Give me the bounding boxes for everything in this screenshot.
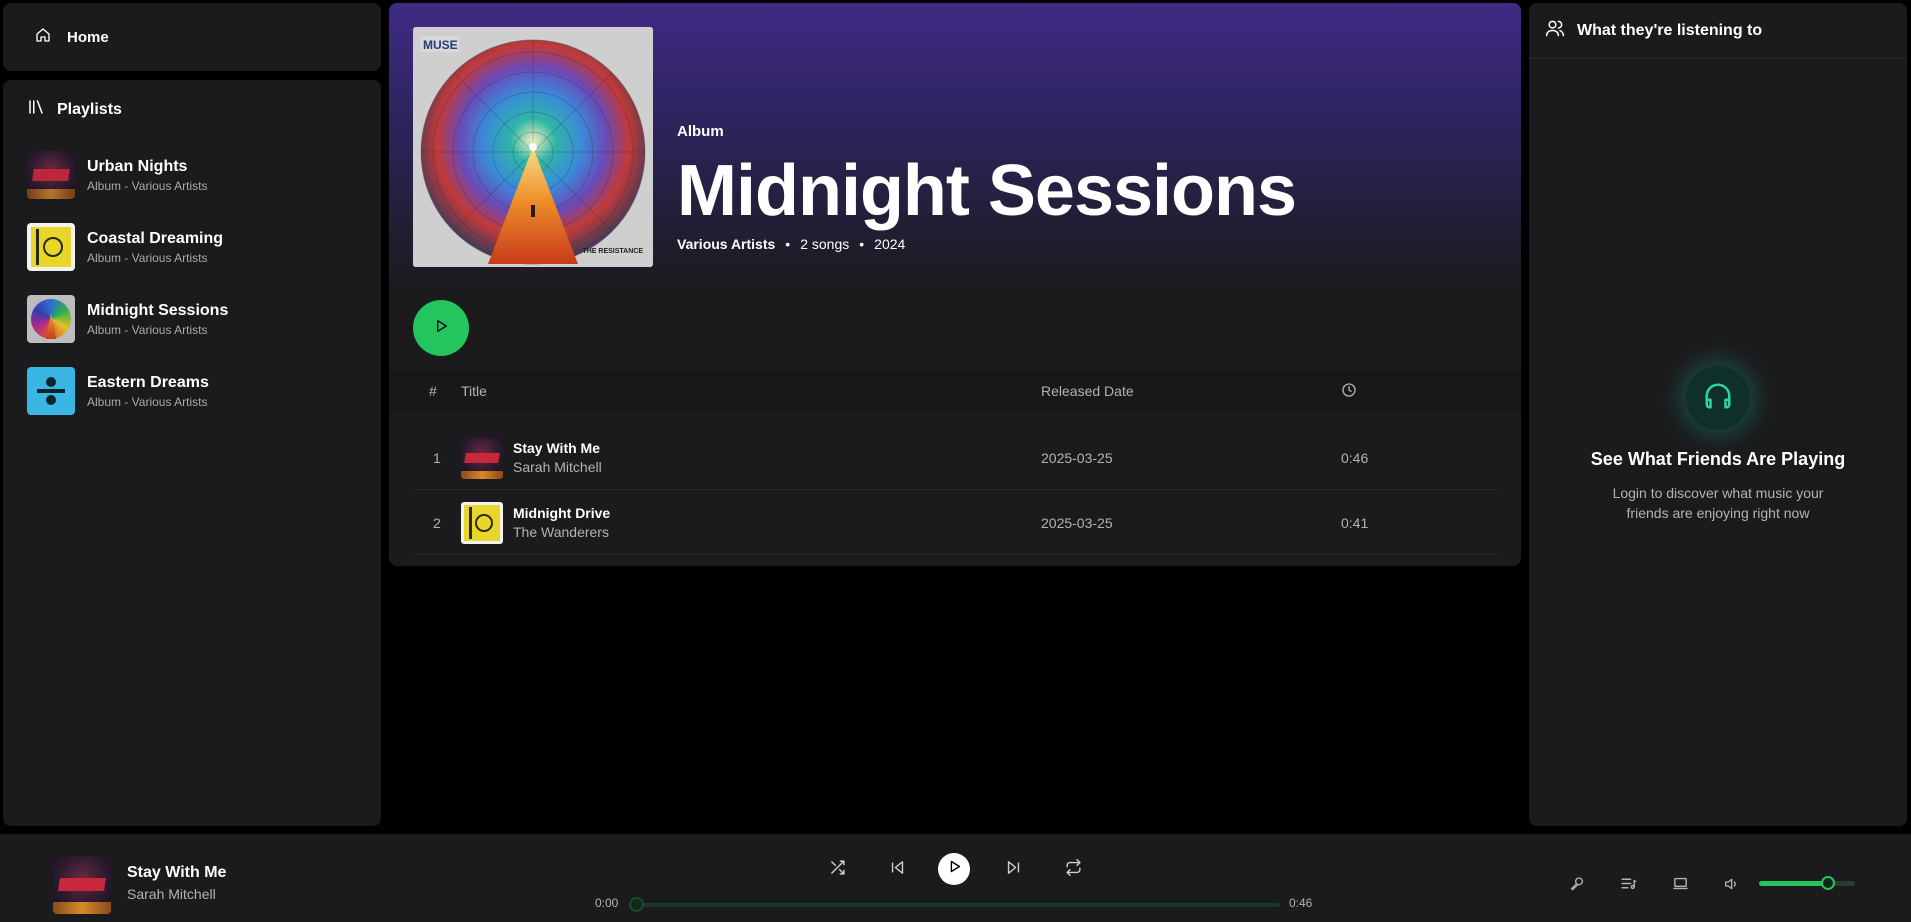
playlist-subtitle: Album - Various Artists [87,322,208,337]
track-artist[interactable]: The Wanderers [513,524,610,540]
now-playing-title[interactable]: Stay With Me [127,864,226,882]
track-number: 1 [433,449,441,466]
playlist-subtitle: Album - Various Artists [87,178,208,193]
album-title: Midnight Sessions [677,151,1297,231]
playlist-cover [27,151,75,199]
col-released-date: Released Date [1041,383,1134,399]
users-icon [1545,18,1565,43]
laptop-icon [1672,875,1689,897]
devices-button[interactable] [1670,876,1690,896]
playlist-name: Coastal Dreaming [87,229,224,247]
volume-handle[interactable] [1821,876,1836,890]
queue-icon [1620,875,1637,897]
playlist-name: Midnight Sessions [87,301,229,319]
cover-brand: MUSE [423,38,458,52]
repeat-icon [1065,859,1082,881]
microphone-icon [1569,876,1585,897]
playlist-subtitle: Album - Various Artists [87,394,208,409]
album-view: MUSE THE RESISTANCE Album Midnight Sessi… [389,3,1521,566]
playlist-item-midnight-sessions[interactable]: Midnight Sessions Album - Various Artist… [27,283,357,355]
play-pause-button[interactable] [938,853,970,885]
previous-button[interactable] [885,858,909,882]
meta-separator: • [785,236,791,252]
queue-button[interactable] [1618,876,1638,896]
album-song-count: 2 songs [800,236,850,252]
track-number: 2 [433,514,441,531]
meta-separator: • [859,236,865,252]
home-icon [35,27,51,48]
volume-level [1759,881,1829,886]
track-cover [461,436,503,479]
progress-bar[interactable] [629,897,1280,912]
col-title: Title [461,383,487,399]
playlist-cover [27,295,75,343]
playlists-title: Playlists [57,100,122,118]
album-cover: MUSE THE RESISTANCE [413,27,653,267]
skip-back-icon [889,859,906,881]
track-date: 2025-03-25 [1041,514,1113,531]
next-button[interactable] [1001,858,1025,882]
track-duration: 0:41 [1341,514,1369,531]
play-album-button[interactable] [413,300,469,356]
track-title: Midnight Drive [513,505,611,521]
track-artist[interactable]: Sarah Mitchell [513,459,602,475]
playlist-item-coastal-dreaming[interactable]: Coastal Dreaming Album - Various Artists [27,211,357,283]
friends-empty-description: Login to discover what music your friend… [1612,485,1824,521]
headphones-icon [1703,381,1733,416]
playlists-sidebar: Playlists Urban Nights Album - Various A… [3,80,381,826]
tracklist-header: # Title Released Date [389,370,1521,412]
friends-activity-panel: What they're listening to See What Frien… [1529,3,1907,826]
track-row[interactable]: 1 Stay With Me Sarah Mitchell 2025-03-25… [413,426,1497,490]
lyrics-button[interactable] [1567,876,1587,896]
volume-slider[interactable] [1759,876,1855,890]
playlist-cover [27,223,75,271]
now-playing-artist[interactable]: Sarah Mitchell [127,886,216,902]
player-bar: Stay With Me Sarah Mitchell 0:00 0:46 [0,834,1911,922]
playlist-item-eastern-dreams[interactable]: Eastern Dreams Album - Various Artists [27,355,357,427]
playlist-subtitle: Album - Various Artists [87,250,208,265]
headphones-badge [1686,366,1750,430]
track-cover [461,501,503,544]
playlist-cover [27,367,75,415]
album-info: Album Midnight Sessions Various Artists … [677,123,1297,252]
cover-caption: THE RESISTANCE [582,248,643,255]
clock-icon [1341,382,1357,401]
friends-empty-title: See What Friends Are Playing [1590,449,1846,469]
skip-forward-icon [1005,859,1022,881]
album-hero: MUSE THE RESISTANCE Album Midnight Sessi… [389,3,1521,287]
home-nav[interactable]: Home [3,3,381,71]
progress-handle[interactable] [629,897,644,912]
elapsed-time: 0:00 [595,896,619,910]
album-artist[interactable]: Various Artists [677,236,775,252]
shuffle-icon [829,859,846,881]
album-type: Album [677,123,724,140]
home-label: Home [67,28,109,46]
total-time: 0:46 [1289,896,1313,910]
track-date: 2025-03-25 [1041,449,1113,466]
play-icon [947,859,962,879]
track-row[interactable]: 2 Midnight Drive The Wanderers 2025-03-2… [413,491,1497,555]
now-playing-cover[interactable] [53,856,111,914]
library-icon [27,98,45,121]
friends-header: What they're listening to [1529,3,1907,59]
mute-button[interactable] [1721,876,1741,896]
album-meta: Various Artists • 2 songs • 2024 [677,236,1296,252]
shuffle-button[interactable] [825,858,849,882]
friends-header-title: What they're listening to [1577,21,1763,39]
volume-icon [1723,876,1739,897]
track-title: Stay With Me [513,440,600,456]
playlist-name: Eastern Dreams [87,373,209,391]
album-year: 2024 [874,236,906,252]
playlists-header[interactable]: Playlists [27,98,357,121]
playlist-name: Urban Nights [87,157,188,175]
repeat-button[interactable] [1061,858,1085,882]
playlist-item-urban-nights[interactable]: Urban Nights Album - Various Artists [27,139,357,211]
col-number: # [429,383,437,399]
track-duration: 0:46 [1341,449,1369,466]
play-icon [433,318,449,339]
